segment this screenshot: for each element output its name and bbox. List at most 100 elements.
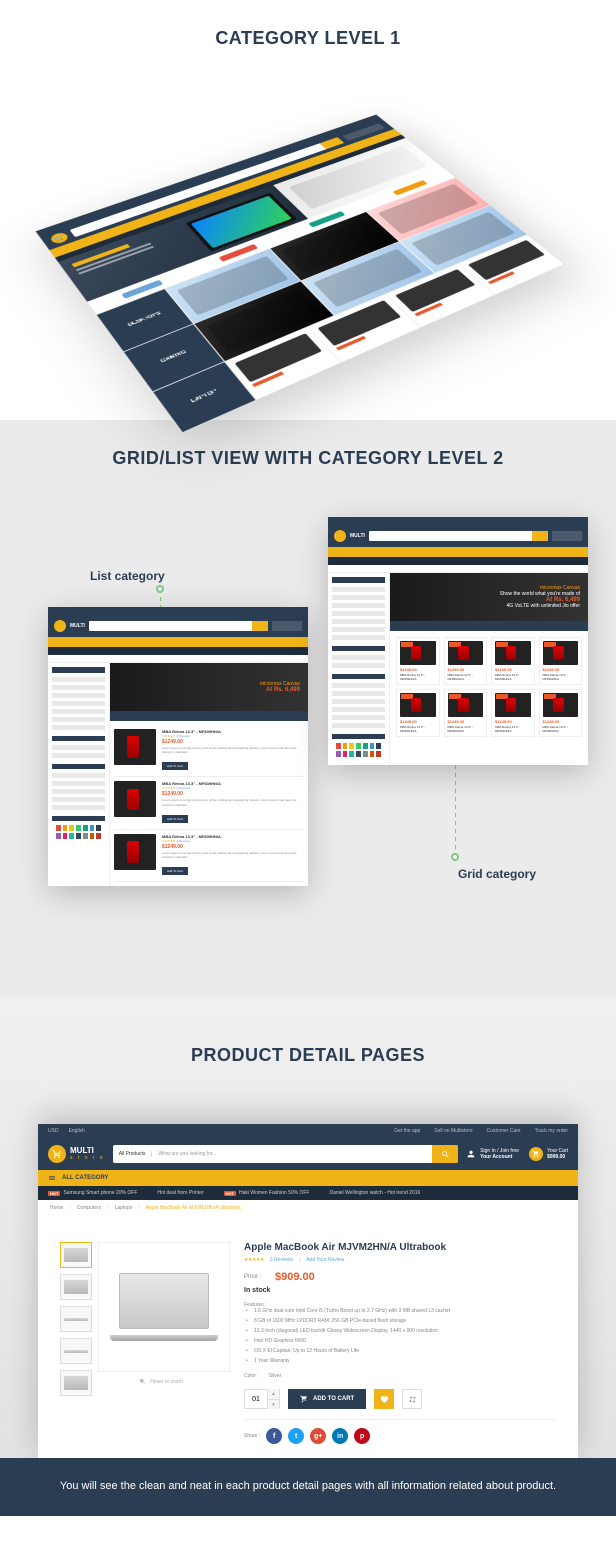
list-category-label: List category	[90, 569, 165, 583]
section-title: PRODUCT DETAIL PAGES	[0, 1017, 616, 1094]
thumbnail[interactable]	[60, 1370, 92, 1396]
main-product-image[interactable]	[98, 1242, 230, 1372]
color-swatch[interactable]	[349, 751, 354, 757]
facebook-share[interactable]: f	[266, 1428, 282, 1444]
breadcrumb-item[interactable]: Laptops	[115, 1205, 133, 1211]
product-price: $909.00	[275, 1271, 315, 1283]
hot-deal-link[interactable]: HOTHaki Women Fashion 50% OFF	[224, 1190, 310, 1196]
get-app-link[interactable]: Get the app	[394, 1128, 420, 1134]
compare-icon	[408, 1395, 417, 1404]
footer-description: You will see the clean and neat in each …	[0, 1458, 616, 1516]
color-swatch[interactable]	[343, 751, 348, 757]
pinterest-share[interactable]: p	[354, 1428, 370, 1444]
grid-view-mockup: MULTI	[328, 517, 588, 765]
color-swatch[interactable]	[83, 833, 88, 839]
grid-item[interactable]: $1249.00MBA Retina 13.3" - MF839HN/A	[539, 637, 583, 685]
breadcrumb-item[interactable]: Apple MacBook Air MJVM2HN/A Ultrabook	[146, 1205, 241, 1211]
breadcrumb-item[interactable]: Home	[50, 1205, 63, 1211]
color-swatch[interactable]	[370, 743, 375, 749]
add-review-link[interactable]: Add Your Review	[306, 1257, 344, 1263]
color-swatch[interactable]	[90, 825, 95, 831]
currency-selector[interactable]: USD	[48, 1128, 59, 1134]
color-swatch[interactable]	[76, 825, 81, 831]
list-item[interactable]: MBA Retina 13.3" - MF839HN/A★★★★★ 3 Revi…	[114, 830, 304, 882]
feature-item: 13.3-Inch (diagonal) LED-backlit Glossy …	[244, 1328, 556, 1335]
feature-item: 1 Year Warranty	[244, 1358, 556, 1365]
color-swatch[interactable]	[96, 825, 101, 831]
search-bar[interactable]: All Products What are you looking for...	[113, 1145, 458, 1163]
features-list: 1.6 GHz dual-core Intel Core i5 (Turbo B…	[244, 1308, 556, 1365]
track-order-link[interactable]: Track my order	[535, 1128, 568, 1134]
reviews-link[interactable]: 3 Reviews	[270, 1257, 293, 1263]
grid-item[interactable]: $1249.00MBA Retina 13.3" - MF839HN/A	[491, 637, 535, 685]
color-swatch[interactable]	[76, 833, 81, 839]
color-swatch[interactable]	[56, 833, 61, 839]
sell-link[interactable]: Sell on Multistore	[434, 1128, 472, 1134]
color-swatch[interactable]	[69, 833, 74, 839]
list-item[interactable]: MBA Retina 13.3" - MF839HN/A★★★★★ 3 Revi…	[114, 725, 304, 777]
color-swatch[interactable]	[336, 743, 341, 749]
hot-deal-link[interactable]: HOTSamsung Smart phone 20% OFF	[48, 1190, 137, 1196]
grid-item[interactable]: $1249.00MBA Retina 13.3" - MF839HN/A	[444, 689, 488, 737]
breadcrumb-item[interactable]: Computers	[77, 1205, 101, 1211]
qty-up-button[interactable]: ▴	[267, 1389, 279, 1399]
section-grid-list: GRID/LIST VIEW WITH CATEGORY LEVEL 2 Lis…	[0, 420, 616, 997]
color-swatch[interactable]	[63, 833, 68, 839]
color-swatch[interactable]	[356, 751, 361, 757]
customer-care-link[interactable]: Customer Care	[487, 1128, 521, 1134]
color-swatch[interactable]	[336, 751, 341, 757]
color-swatch[interactable]	[96, 833, 101, 839]
color-swatch[interactable]	[376, 743, 381, 749]
logo[interactable]: MULTI s t o r e	[48, 1145, 105, 1163]
color-swatch[interactable]	[349, 743, 354, 749]
section-title: CATEGORY LEVEL 1	[0, 0, 616, 77]
qty-down-button[interactable]: ▾	[267, 1399, 279, 1409]
search-input[interactable]: What are you looking for...	[152, 1151, 432, 1157]
thumbnail[interactable]	[60, 1338, 92, 1364]
twitter-share[interactable]: t	[288, 1428, 304, 1444]
color-swatch[interactable]	[69, 825, 74, 831]
color-swatch[interactable]	[363, 751, 368, 757]
product-detail-mockup: USD English Get the app Sell on Multisto…	[38, 1124, 578, 1458]
language-selector[interactable]: English	[69, 1128, 85, 1134]
grid-item[interactable]: $1249.00MBA Retina 13.3" - MF839HN/A	[444, 637, 488, 685]
top-utility-bar: USD English Get the app Sell on Multisto…	[38, 1124, 578, 1138]
thumbnail[interactable]	[60, 1242, 92, 1268]
color-swatch[interactable]	[83, 825, 88, 831]
grid-item[interactable]: $1249.00MBA Retina 13.3" - MF839HN/A	[396, 637, 440, 685]
thumbnail[interactable]	[60, 1306, 92, 1332]
color-swatch[interactable]	[63, 825, 68, 831]
feature-item: 8 GB of 1600 MHz LPDDR3 RAM; 256 GB PCIe…	[244, 1318, 556, 1325]
color-swatch[interactable]	[356, 743, 361, 749]
list-item[interactable]: MBA Retina 13.3" - MF839HN/A★★★★★ 3 Revi…	[114, 777, 304, 829]
wishlist-button[interactable]	[374, 1389, 394, 1409]
color-swatch[interactable]	[363, 743, 368, 749]
add-to-cart-button[interactable]: ADD TO CART	[288, 1389, 366, 1409]
compare-button[interactable]	[402, 1389, 422, 1409]
feature-item: OS X El Capitan, Up to 12 Hours of Batte…	[244, 1348, 556, 1355]
google-share[interactable]: g+	[310, 1428, 326, 1444]
thumbnail[interactable]	[60, 1274, 92, 1300]
color-swatch[interactable]	[376, 751, 381, 757]
search-bar	[369, 531, 548, 541]
grid-category-label: Grid category	[458, 867, 536, 881]
color-swatch[interactable]	[90, 833, 95, 839]
quantity-stepper[interactable]: 01 ▴ ▾	[244, 1389, 280, 1409]
color-swatch[interactable]	[370, 751, 375, 757]
cart-button[interactable]: Your Cart $999.00	[529, 1147, 568, 1161]
hot-deal-link[interactable]: Daniel Wellington watch - Hot trend 2016	[329, 1190, 420, 1196]
grid-item[interactable]: $1249.00MBA Retina 13.3" - MF839HN/A	[491, 689, 535, 737]
linkedin-share[interactable]: in	[332, 1428, 348, 1444]
grid-item[interactable]: $1249.00MBA Retina 13.3" - MF839HN/A	[396, 689, 440, 737]
stock-status: In stock	[244, 1287, 556, 1294]
account-link[interactable]: Sign In / Join free Your Account	[466, 1148, 519, 1160]
feature-item: Intel HD Graphics 6000	[244, 1338, 556, 1345]
all-category-bar[interactable]: ALL CATEGORY	[38, 1170, 578, 1186]
search-category-select[interactable]: All Products	[113, 1151, 153, 1157]
grid-item[interactable]: $1249.00MBA Retina 13.3" - MF839HN/A	[539, 689, 583, 737]
hot-deal-link[interactable]: Hot deal from Printer	[157, 1190, 203, 1196]
color-swatch[interactable]	[343, 743, 348, 749]
perspective-mockup: 🛒	[83, 80, 533, 400]
search-button[interactable]	[432, 1145, 458, 1163]
color-swatch[interactable]	[56, 825, 61, 831]
